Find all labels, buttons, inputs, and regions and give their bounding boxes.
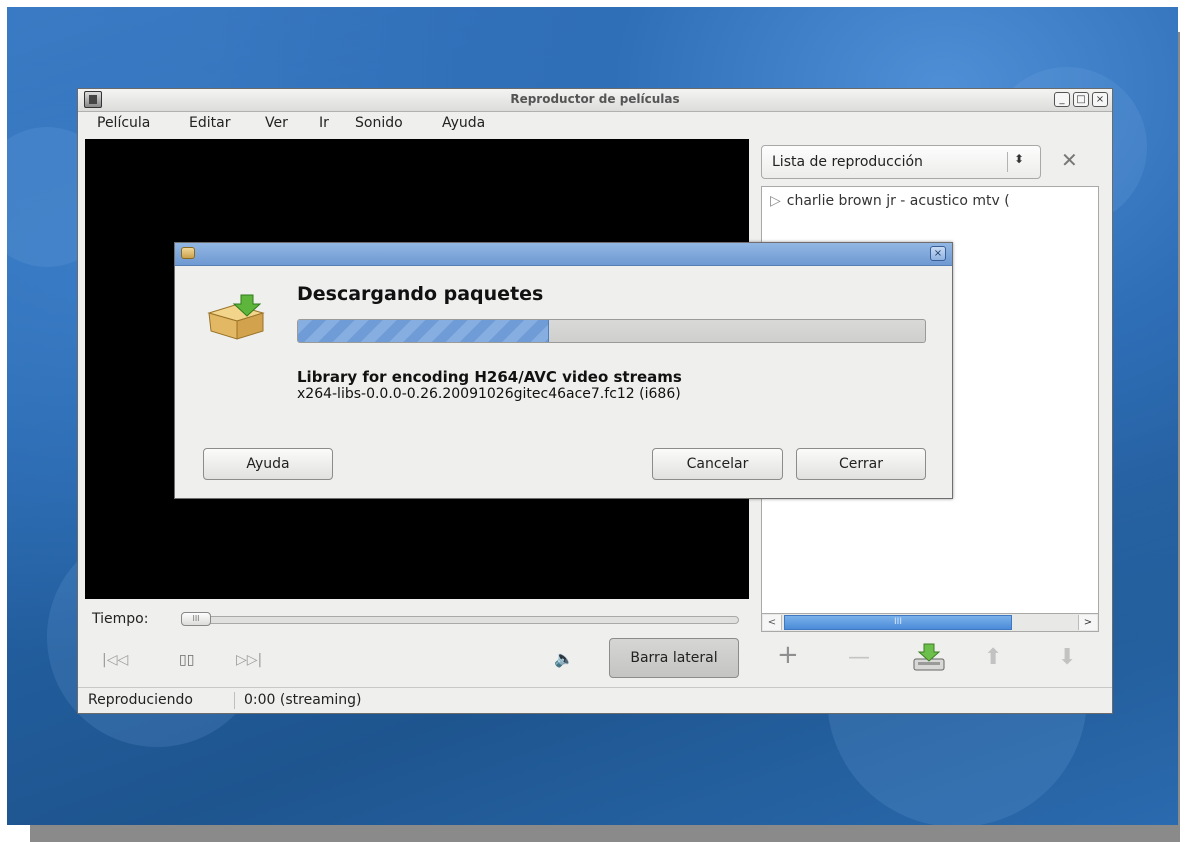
scroll-right-button[interactable]: > xyxy=(1078,615,1097,630)
menu-pelicula[interactable]: Película xyxy=(97,115,150,131)
menu-editar[interactable]: Editar xyxy=(189,115,230,131)
dialog-heading: Descargando paquetes xyxy=(297,283,544,305)
previous-icon[interactable]: |◁◁ xyxy=(102,652,128,668)
window-title: Reproductor de películas xyxy=(510,92,680,106)
time-label: Tiempo: xyxy=(92,611,149,627)
menu-ir[interactable]: Ir xyxy=(319,115,329,131)
menu-ver[interactable]: Ver xyxy=(265,115,288,131)
save-playlist-icon[interactable] xyxy=(912,642,946,678)
playlist-scrollbar[interactable]: < III > xyxy=(761,613,1099,632)
playback-state: Reproduciendo xyxy=(88,692,193,708)
menu-bar: Película Editar Ver Ir Sonido Ayuda xyxy=(78,112,1112,134)
close-sidebar-icon[interactable]: ✕ xyxy=(1061,148,1078,172)
package-name: x264-libs-0.0.0-0.26.20091026gitec46ace7… xyxy=(297,386,681,402)
seek-slider[interactable]: III xyxy=(181,612,739,626)
move-up-icon[interactable]: ⬆ xyxy=(984,645,1002,670)
status-separator xyxy=(234,692,235,709)
list-item[interactable]: ▷ charlie brown jr - acustico mtv ( xyxy=(770,193,1010,209)
download-progress-bar xyxy=(297,319,926,343)
title-bar[interactable]: Reproductor de películas _ □ × xyxy=(78,89,1112,112)
volume-icon[interactable]: 🔈 xyxy=(554,649,574,668)
add-icon[interactable]: + xyxy=(777,640,799,670)
menu-ayuda[interactable]: Ayuda xyxy=(442,115,485,131)
seek-slider-thumb[interactable]: III xyxy=(181,612,211,626)
play-icon: ▷ xyxy=(770,193,781,209)
download-progress-fill xyxy=(298,320,549,342)
chevron-updown-icon: ⬍ xyxy=(1014,152,1025,166)
package-download-icon xyxy=(207,294,265,340)
package-icon-small xyxy=(181,247,195,259)
move-down-icon[interactable]: ⬇ xyxy=(1058,645,1076,670)
sidebar-view-select[interactable]: Lista de reproducción ⬍ xyxy=(761,145,1041,179)
combo-separator xyxy=(1007,152,1008,172)
dialog-close-button[interactable]: × xyxy=(930,246,946,261)
package-description: Library for encoding H264/AVC video stre… xyxy=(297,368,682,386)
status-bar: Reproduciendo 0:00 (streaming) xyxy=(78,687,1112,714)
playback-time: 0:00 (streaming) xyxy=(244,692,362,708)
next-icon[interactable]: ▷▷| xyxy=(236,652,262,668)
sidebar-view-label: Lista de reproducción xyxy=(772,154,923,170)
sidebar-toggle-button[interactable]: Barra lateral xyxy=(609,638,739,678)
maximize-button[interactable]: □ xyxy=(1073,92,1089,107)
cancel-button[interactable]: Cancelar xyxy=(652,448,783,480)
playlist-item-title: charlie brown jr - acustico mtv ( xyxy=(786,193,1010,209)
remove-icon[interactable]: — xyxy=(848,645,870,670)
help-button[interactable]: Ayuda xyxy=(203,448,333,480)
scroll-left-button[interactable]: < xyxy=(763,615,782,630)
minimize-button[interactable]: _ xyxy=(1054,92,1070,107)
close-button[interactable]: × xyxy=(1092,92,1108,107)
menu-sonido[interactable]: Sonido xyxy=(355,115,403,131)
scrollbar-thumb[interactable]: III xyxy=(784,615,1012,630)
dialog-title-bar[interactable]: × xyxy=(175,243,952,266)
close-dialog-button[interactable]: Cerrar xyxy=(796,448,926,480)
pause-icon[interactable]: ▯▯ xyxy=(179,652,194,668)
download-packages-dialog: × Descargando paquetes Library for encod… xyxy=(174,242,953,499)
